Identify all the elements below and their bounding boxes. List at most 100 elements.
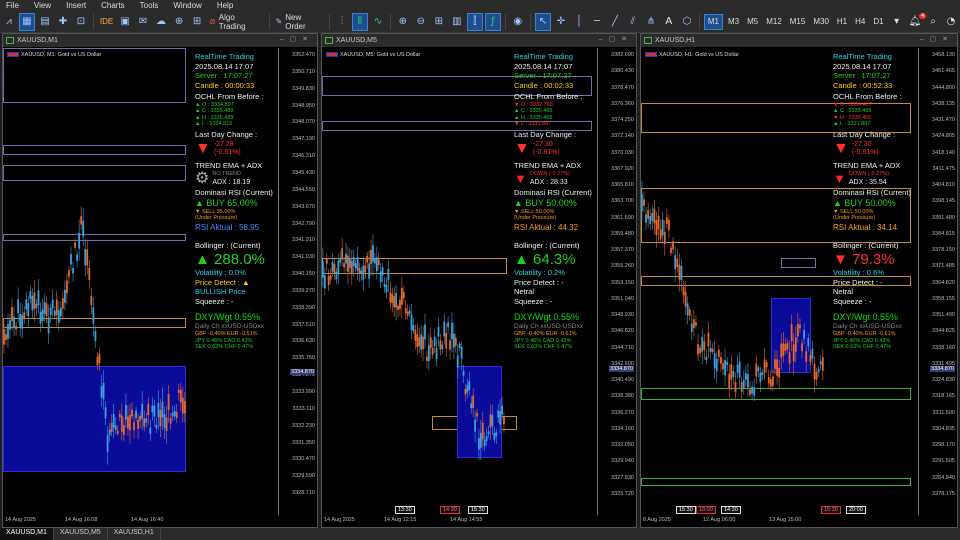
price-tick-label: 3353.150 (611, 279, 634, 286)
tf-m15[interactable]: M15 (787, 14, 809, 30)
vps-icon[interactable]: ⊕ (171, 13, 187, 31)
tab-xauusd-m5[interactable]: XAUUSD,M5 (54, 528, 108, 540)
price-axis[interactable]: 3352.470 3350.710 3349.830 3348.950 3348.070… (279, 48, 317, 515)
profiles-icon[interactable]: ▤ (37, 13, 53, 31)
crosshair-icon[interactable]: ✛ (553, 13, 569, 31)
news-event-tag[interactable]: 15:30 (821, 506, 841, 514)
squeeze: Squeeze : - (195, 296, 234, 306)
price-tick-label: 3367.920 (611, 165, 634, 172)
zoom-out-icon[interactable]: ⊖ (413, 13, 429, 31)
tf-h1[interactable]: H1 (834, 14, 850, 30)
indicators-icon[interactable]: ƒ (484, 12, 501, 31)
price-chart[interactable]: XAUUSD, M5: Gold vs US Dollar RealTime T… (322, 48, 598, 515)
tf-m1[interactable]: M1 (703, 13, 723, 30)
chart-shift-icon[interactable]: ⫿ (466, 12, 483, 31)
time-axis[interactable]: 14 Aug 2025 14 Aug 12:15 14 Aug 14:55 (322, 515, 598, 527)
autoscroll-icon[interactable]: ▥ (449, 13, 465, 31)
channel-icon[interactable]: ⫽ (625, 13, 641, 31)
window-titlebar[interactable]: XAUUSD,M5 –▢✕ (322, 34, 636, 47)
terminal-icon[interactable]: ▣ (117, 13, 133, 31)
cursor-icon[interactable]: ↖ (534, 12, 551, 31)
tf-h4[interactable]: H4 (852, 14, 868, 30)
chart-window-m1[interactable]: XAUUSD,M1 –▢✕ XAUUSD, M1: Gold vs US Dolla… (2, 33, 318, 528)
menu-charts[interactable]: Charts (95, 1, 134, 10)
signals-icon[interactable]: ⊞ (189, 13, 205, 31)
price-tick-label: 3304.835 (932, 425, 955, 432)
ochl-title: OCHL From Before : (195, 92, 264, 102)
candlestick-icon[interactable]: ⫴ (351, 12, 368, 31)
new-chart-icon[interactable]: ▦ (19, 12, 35, 31)
chart-tabs: XAUUSD,M1 XAUUSD,M5 XAUUSD,H1 (0, 528, 960, 540)
more-timeframes-icon[interactable]: ▾ (889, 13, 905, 31)
search-icon[interactable]: ⌕ (925, 13, 941, 31)
menu-tools[interactable]: Tools (134, 1, 168, 10)
ide-button[interactable]: IDE (98, 13, 115, 31)
tf-m5[interactable]: M5 (744, 14, 761, 30)
algo-trading-button[interactable]: ⊘ Algo Trading (207, 13, 264, 31)
trendline-icon[interactable]: ╱ (607, 13, 623, 31)
news-event-tag[interactable]: 15:30 (676, 506, 696, 514)
bar-chart-icon[interactable]: ⫶ (334, 13, 350, 31)
news-event-tag[interactable]: 18:00 (696, 506, 716, 514)
tf-d1[interactable]: D1 (870, 14, 886, 30)
tester-icon[interactable]: ✉ (135, 13, 151, 31)
menu-file[interactable]: File (0, 1, 28, 10)
window-titlebar[interactable]: XAUUSD,H1 –▢✕ (641, 34, 957, 47)
window-controls-icon[interactable]: –▢✕ (599, 35, 633, 43)
tab-xauusd-h1[interactable]: XAUUSD,H1 (108, 528, 161, 540)
price-axis[interactable]: 3458.130 3451.465 3444.800 3438.135 3431.470… (919, 48, 957, 515)
price-tick-label: 3336.630 (292, 338, 315, 345)
bollinger-value: ▲ 64.3% (514, 250, 576, 268)
menu-help[interactable]: Help (211, 1, 242, 10)
window-controls-icon[interactable]: –▢✕ (280, 35, 314, 43)
new-order-button[interactable]: ✎ New Order (274, 13, 325, 31)
chart-window-h1[interactable]: XAUUSD,H1 –▢✕ XAUUSD, H1: Gold vs US Dolla… (640, 33, 958, 528)
news-event-tag[interactable]: 13:30 (395, 506, 415, 514)
grid-icon[interactable]: ⊞ (431, 13, 447, 31)
toolbar-divider (504, 13, 506, 30)
notification-bell-icon[interactable]: 🔔︎ 4 (907, 12, 927, 31)
window-title: XAUUSD,M1 (17, 37, 58, 44)
news-event-tag[interactable]: 15:30 (468, 506, 488, 514)
templates-icon[interactable]: ◉ (510, 13, 526, 31)
price-chart[interactable]: XAUUSD, H1: Gold vs US Dollar RealTime T… (641, 48, 919, 515)
news-event-tag[interactable]: 20:00 (846, 506, 866, 514)
line-chart-icon[interactable]: ∿ (370, 13, 386, 31)
menu-view[interactable]: View (28, 1, 60, 10)
ochl-low: ▲ L : 3331.887 (833, 121, 871, 128)
toolbar-divider (389, 13, 391, 30)
text-tool-icon[interactable]: A (661, 13, 677, 31)
price-chart[interactable]: XAUUSD, M1: Gold vs US Dollar RealTime T… (3, 48, 279, 515)
tf-m30[interactable]: M30 (810, 14, 832, 30)
navigator-icon[interactable]: ⊡ (73, 13, 89, 31)
price-tick-label: 3398.145 (932, 198, 955, 205)
chart-line-icon[interactable]: ⩘ (1, 13, 17, 31)
price-tick-label: 3331.350 (292, 439, 315, 446)
account-icon[interactable]: ◔ (943, 13, 959, 31)
price-axis[interactable]: 3382.690 3380.430 3378.470 3376.360 3374.250… (598, 48, 636, 515)
time-axis[interactable]: 14 Aug 2025 14 Aug 16:08 14 Aug 16:40 (3, 515, 279, 527)
tf-m12[interactable]: M12 (763, 14, 785, 30)
zoom-in-icon[interactable]: ⊕ (395, 13, 411, 31)
time-axis[interactable]: 8 Aug 2025 12 Aug 06:00 13 Aug 15:00 (641, 515, 919, 527)
flag-icon (7, 52, 19, 58)
shapes-icon[interactable]: ⬡ (679, 13, 695, 31)
window-controls-icon[interactable]: –▢✕ (920, 35, 954, 43)
horizontal-line-icon[interactable]: ─ (589, 13, 605, 31)
price-tick-label: 3351.040 (611, 295, 634, 302)
vertical-line-icon[interactable]: │ (571, 13, 587, 31)
news-event-tag[interactable]: 14:30 (440, 506, 460, 514)
fibo-icon[interactable]: ⋔ (643, 13, 659, 31)
price-tick-label: 3284.840 (932, 474, 955, 481)
window-titlebar[interactable]: XAUUSD,M1 –▢✕ (3, 34, 317, 47)
menu-insert[interactable]: Insert (60, 1, 95, 10)
menu-window[interactable]: Window (167, 1, 210, 10)
market-watch-icon[interactable]: ✚ (55, 13, 71, 31)
tf-m3[interactable]: M3 (725, 14, 742, 30)
price-tick-label: 3291.505 (932, 458, 955, 465)
tab-xauusd-m1[interactable]: XAUUSD,M1 (0, 528, 54, 540)
price-tick-label: 3384.815 (932, 230, 955, 237)
cloud-icon[interactable]: ☁ (153, 13, 169, 31)
news-event-tag[interactable]: 14:30 (721, 506, 741, 514)
chart-window-m5[interactable]: XAUUSD,M5 –▢✕ XAUUSD, M5: Gold vs US Dolla… (321, 33, 637, 528)
